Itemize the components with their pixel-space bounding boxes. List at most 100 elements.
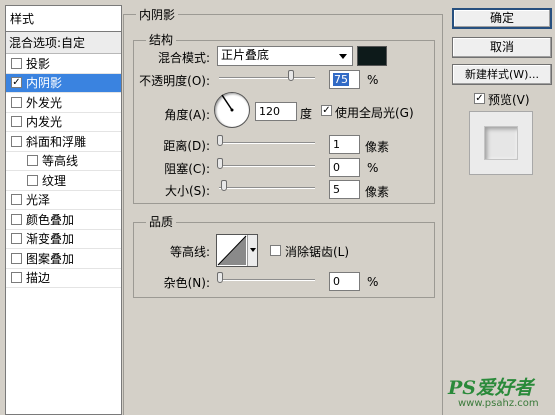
angle-field[interactable]: 120 bbox=[255, 102, 297, 121]
style-item-checkbox[interactable] bbox=[11, 213, 22, 225]
choke-slider-thumb[interactable] bbox=[217, 158, 223, 169]
angle-unit: 度 bbox=[300, 107, 313, 121]
contour-dropdown-button[interactable] bbox=[247, 235, 257, 266]
choke-field[interactable]: 0 bbox=[329, 158, 360, 177]
style-item[interactable]: 等高线 bbox=[6, 152, 121, 171]
distance-slider-track[interactable] bbox=[219, 142, 315, 144]
style-item-checkbox[interactable] bbox=[11, 252, 22, 264]
preview-thumbnail bbox=[469, 111, 533, 175]
cancel-button[interactable]: 取消 bbox=[452, 37, 552, 58]
style-item-checkbox[interactable] bbox=[11, 96, 22, 108]
style-item-label: 等高线 bbox=[42, 154, 79, 169]
style-item-label: 纹理 bbox=[42, 173, 67, 188]
noise-slider-track[interactable] bbox=[219, 279, 315, 281]
angle-value: 120 bbox=[259, 105, 280, 118]
style-item[interactable]: 光泽 bbox=[6, 191, 121, 210]
quality-title: 品质 bbox=[146, 213, 177, 230]
style-item[interactable]: 图案叠加 bbox=[6, 249, 121, 269]
noise-slider-thumb[interactable] bbox=[217, 272, 223, 283]
style-item-label: 颜色叠加 bbox=[26, 212, 75, 227]
opacity-slider-thumb[interactable] bbox=[288, 70, 294, 81]
distance-slider-thumb[interactable] bbox=[217, 135, 223, 146]
style-item-label: 图案叠加 bbox=[26, 251, 75, 266]
watermark-logo: PS爱好者 bbox=[448, 377, 534, 399]
style-item-label: 外发光 bbox=[26, 95, 63, 110]
noise-value: 0 bbox=[333, 275, 340, 288]
style-item[interactable]: 内发光 bbox=[6, 113, 121, 132]
watermark-url: www.psahz.com bbox=[458, 398, 539, 409]
style-item-label: 内阴影 bbox=[26, 76, 63, 91]
opacity-percent: % bbox=[367, 73, 379, 87]
size-label: 大小(S): bbox=[164, 184, 210, 198]
size-unit: 像素 bbox=[365, 185, 390, 199]
style-item-checkbox[interactable] bbox=[11, 233, 22, 245]
style-item[interactable]: 斜面和浮雕 bbox=[6, 132, 121, 152]
choke-value: 0 bbox=[333, 161, 340, 174]
ok-button[interactable]: 确定 bbox=[452, 8, 552, 29]
opacity-field[interactable]: 75 bbox=[329, 70, 360, 89]
contour-picker[interactable] bbox=[216, 234, 258, 267]
style-item-label: 内发光 bbox=[26, 115, 63, 130]
style-item[interactable]: 颜色叠加 bbox=[6, 210, 121, 230]
check-icon: ✓ bbox=[12, 76, 21, 88]
anti-alias-label: 消除锯齿(L) bbox=[285, 245, 350, 259]
blend-mode-value: 正片叠底 bbox=[221, 48, 270, 62]
choke-slider-track[interactable] bbox=[219, 165, 315, 167]
angle-dial[interactable] bbox=[214, 92, 250, 128]
new-style-button[interactable]: 新建样式(W)... bbox=[452, 64, 552, 85]
choke-label: 阻塞(C): bbox=[164, 162, 210, 176]
global-light-checkbox[interactable]: ✓ bbox=[321, 105, 332, 116]
style-item-label: 描边 bbox=[26, 271, 51, 286]
dropdown-arrow-icon bbox=[339, 54, 347, 59]
distance-field[interactable]: 1 bbox=[329, 135, 360, 154]
style-item-checkbox[interactable] bbox=[11, 272, 22, 284]
style-item[interactable]: ✓ 内阴影 bbox=[6, 73, 121, 93]
size-value: 5 bbox=[333, 183, 340, 196]
distance-label: 距离(D): bbox=[163, 139, 210, 153]
style-item[interactable]: 描边 bbox=[6, 269, 121, 288]
style-item-label: 投影 bbox=[26, 56, 51, 71]
style-item-label: 光泽 bbox=[26, 193, 51, 208]
shadow-color-swatch[interactable] bbox=[357, 46, 387, 66]
distance-value: 1 bbox=[333, 138, 340, 151]
structure-title: 结构 bbox=[146, 31, 177, 48]
size-field[interactable]: 5 bbox=[329, 180, 360, 199]
noise-field[interactable]: 0 bbox=[329, 272, 360, 291]
style-item-checkbox[interactable] bbox=[11, 135, 22, 147]
style-item[interactable]: 渐变叠加 bbox=[6, 230, 121, 249]
style-item[interactable]: 外发光 bbox=[6, 93, 121, 113]
preview-swatch bbox=[484, 126, 518, 160]
style-item[interactable]: 投影 bbox=[6, 54, 121, 74]
preview-checkbox[interactable]: ✓ bbox=[474, 93, 485, 104]
style-list-header: 样式 bbox=[6, 6, 121, 32]
style-item-checkbox[interactable]: ✓ bbox=[11, 76, 22, 89]
blend-mode-label: 混合模式: bbox=[157, 51, 210, 65]
style-list: 样式 混合选项:自定 投影 ✓ 内阴影外发光内发光斜面和浮雕等高线纹理光泽颜色叠加渐… bbox=[5, 5, 122, 415]
angle-dial-needle bbox=[221, 94, 234, 112]
style-item-checkbox[interactable] bbox=[27, 174, 38, 186]
contour-preview-icon bbox=[217, 235, 247, 266]
angle-label: 角度(A): bbox=[164, 108, 210, 122]
style-item[interactable]: 纹理 bbox=[6, 171, 121, 191]
global-light-label: 使用全局光(G) bbox=[335, 106, 414, 120]
size-slider-thumb[interactable] bbox=[221, 180, 227, 191]
opacity-value: 75 bbox=[333, 73, 349, 86]
opacity-slider-track[interactable] bbox=[219, 77, 315, 79]
check-icon: ✓ bbox=[322, 104, 331, 116]
style-item-checkbox[interactable] bbox=[11, 57, 22, 69]
blending-options-item[interactable]: 混合选项:自定 bbox=[6, 32, 121, 54]
style-item-checkbox[interactable] bbox=[27, 155, 38, 167]
distance-unit: 像素 bbox=[365, 140, 390, 154]
style-item-label: 渐变叠加 bbox=[26, 232, 75, 247]
size-slider-track[interactable] bbox=[219, 187, 315, 189]
opacity-label: 不透明度(O): bbox=[139, 74, 210, 88]
preview-label: 预览(V) bbox=[488, 93, 530, 107]
blend-mode-select[interactable]: 正片叠底 bbox=[217, 46, 353, 66]
check-icon: ✓ bbox=[475, 92, 484, 104]
style-item-checkbox[interactable] bbox=[11, 116, 22, 128]
style-item-label: 斜面和浮雕 bbox=[26, 134, 87, 149]
style-items: 投影 ✓ 内阴影外发光内发光斜面和浮雕等高线纹理光泽颜色叠加渐变叠加图案叠加描边 bbox=[6, 54, 121, 288]
noise-percent: % bbox=[367, 275, 379, 289]
anti-alias-checkbox[interactable] bbox=[270, 245, 281, 256]
style-item-checkbox[interactable] bbox=[11, 194, 22, 206]
